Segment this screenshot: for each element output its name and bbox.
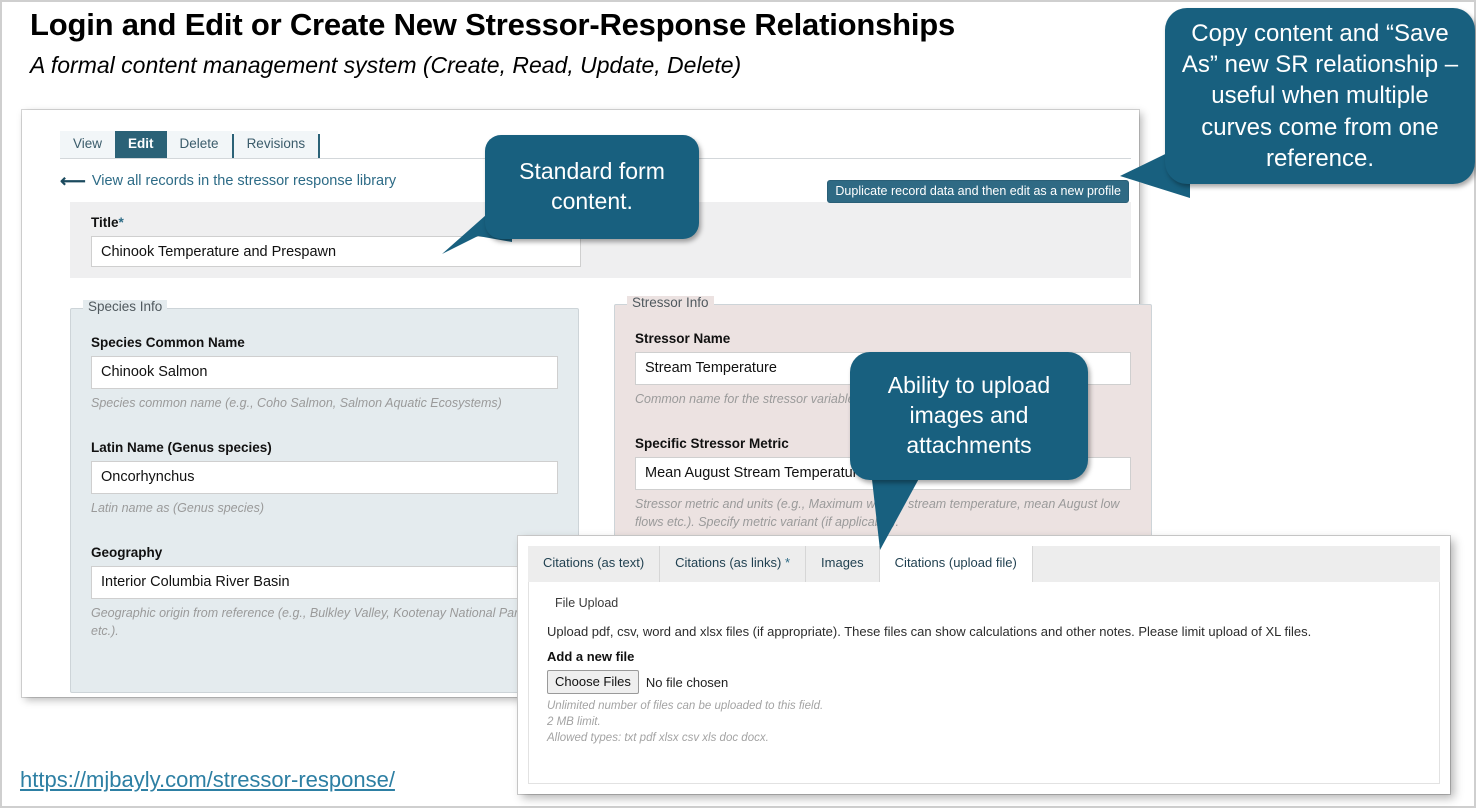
required-marker: * bbox=[781, 555, 791, 570]
tab-citations-as-text[interactable]: Citations (as text) bbox=[528, 546, 661, 582]
upload-note-allowed-types: Allowed types: txt pdf xlsx csv xls doc … bbox=[547, 732, 769, 745]
tab-divider-end bbox=[318, 134, 321, 158]
citations-card: Citations (as text) Citations (as links)… bbox=[518, 536, 1450, 794]
callout-copy-content: Copy content and “Save As” new SR relati… bbox=[1165, 8, 1475, 184]
required-marker: * bbox=[118, 215, 124, 230]
geography-label: Geography bbox=[91, 545, 163, 560]
geography-help: Geographic origin from reference (e.g., … bbox=[91, 606, 540, 639]
left-arrow-icon: ⟵ bbox=[60, 171, 86, 191]
stressor-name-label: Stressor Name bbox=[635, 331, 731, 346]
back-link-label: View all records in the stressor respons… bbox=[91, 173, 397, 189]
species-info-legend: Species Info bbox=[83, 300, 168, 314]
stressor-info-legend: Stressor Info bbox=[627, 296, 714, 310]
file-upload-description: Upload pdf, csv, word and xlsx files (if… bbox=[547, 624, 1312, 639]
tab-bar-filler bbox=[1032, 546, 1440, 582]
callout-standard-form: Standard form content. bbox=[485, 135, 699, 239]
page-subtitle: A formal content management system (Crea… bbox=[30, 51, 742, 78]
field-species-common-name: Species Common Name Chinook Salmon Speci… bbox=[91, 335, 558, 412]
upload-note-size-limit: 2 MB limit. bbox=[547, 716, 601, 729]
latin-name-input[interactable]: Oncorhynchus bbox=[91, 461, 558, 494]
no-file-chosen-text: No file chosen bbox=[645, 674, 729, 690]
tab-delete[interactable]: Delete bbox=[166, 130, 232, 158]
species-common-name-input[interactable]: Chinook Salmon bbox=[91, 356, 558, 389]
species-info-fieldset: Species Info Species Common Name Chinook… bbox=[70, 300, 579, 693]
title-field-label: Title* bbox=[91, 215, 124, 230]
geography-input[interactable]: Interior Columbia River Basin bbox=[91, 566, 558, 599]
choose-files-button[interactable]: Choose Files bbox=[547, 670, 639, 695]
field-latin-name: Latin Name (Genus species) Oncorhynchus … bbox=[91, 440, 558, 517]
file-upload-legend: File Upload bbox=[555, 596, 619, 610]
upload-note-unlimited: Unlimited number of files can be uploade… bbox=[547, 700, 824, 713]
file-input-row[interactable]: Choose Files No file chosen bbox=[547, 670, 1421, 695]
tab-citations-as-links[interactable]: Citations (as links) * bbox=[660, 546, 807, 582]
citations-tab-bar: Citations (as text) Citations (as links)… bbox=[528, 546, 1440, 583]
tab-edit[interactable]: Edit bbox=[115, 130, 167, 158]
callout-upload: Ability to upload images and attachments bbox=[850, 352, 1088, 480]
back-to-library-link[interactable]: ⟵ View all records in the stressor respo… bbox=[60, 172, 396, 190]
field-geography: Geography Interior Columbia River Basin … bbox=[91, 545, 558, 640]
latin-name-label: Latin Name (Genus species) bbox=[91, 440, 272, 455]
species-common-name-help: Species common name (e.g., Coho Salmon, … bbox=[91, 396, 502, 410]
add-new-file-label: Add a new file bbox=[547, 649, 635, 664]
slide-page: Login and Edit or Create New Stressor-Re… bbox=[0, 0, 1476, 808]
tab-view[interactable]: View bbox=[60, 130, 116, 158]
citations-upload-panel: File Upload Upload pdf, csv, word and xl… bbox=[528, 582, 1440, 784]
latin-name-help: Latin name as (Genus species) bbox=[91, 501, 265, 515]
heading-block: Login and Edit or Create New Stressor-Re… bbox=[30, 6, 1150, 81]
page-title: Login and Edit or Create New Stressor-Re… bbox=[30, 7, 956, 42]
tab-revisions[interactable]: Revisions bbox=[233, 130, 319, 158]
duplicate-record-button[interactable]: Duplicate record data and then edit as a… bbox=[827, 180, 1129, 203]
tab-citations-as-links-label: Citations (as links) bbox=[675, 555, 782, 570]
stressor-response-url-link[interactable]: https://mjbayly.com/stressor-response/ bbox=[20, 767, 395, 793]
species-common-name-label: Species Common Name bbox=[91, 335, 245, 350]
